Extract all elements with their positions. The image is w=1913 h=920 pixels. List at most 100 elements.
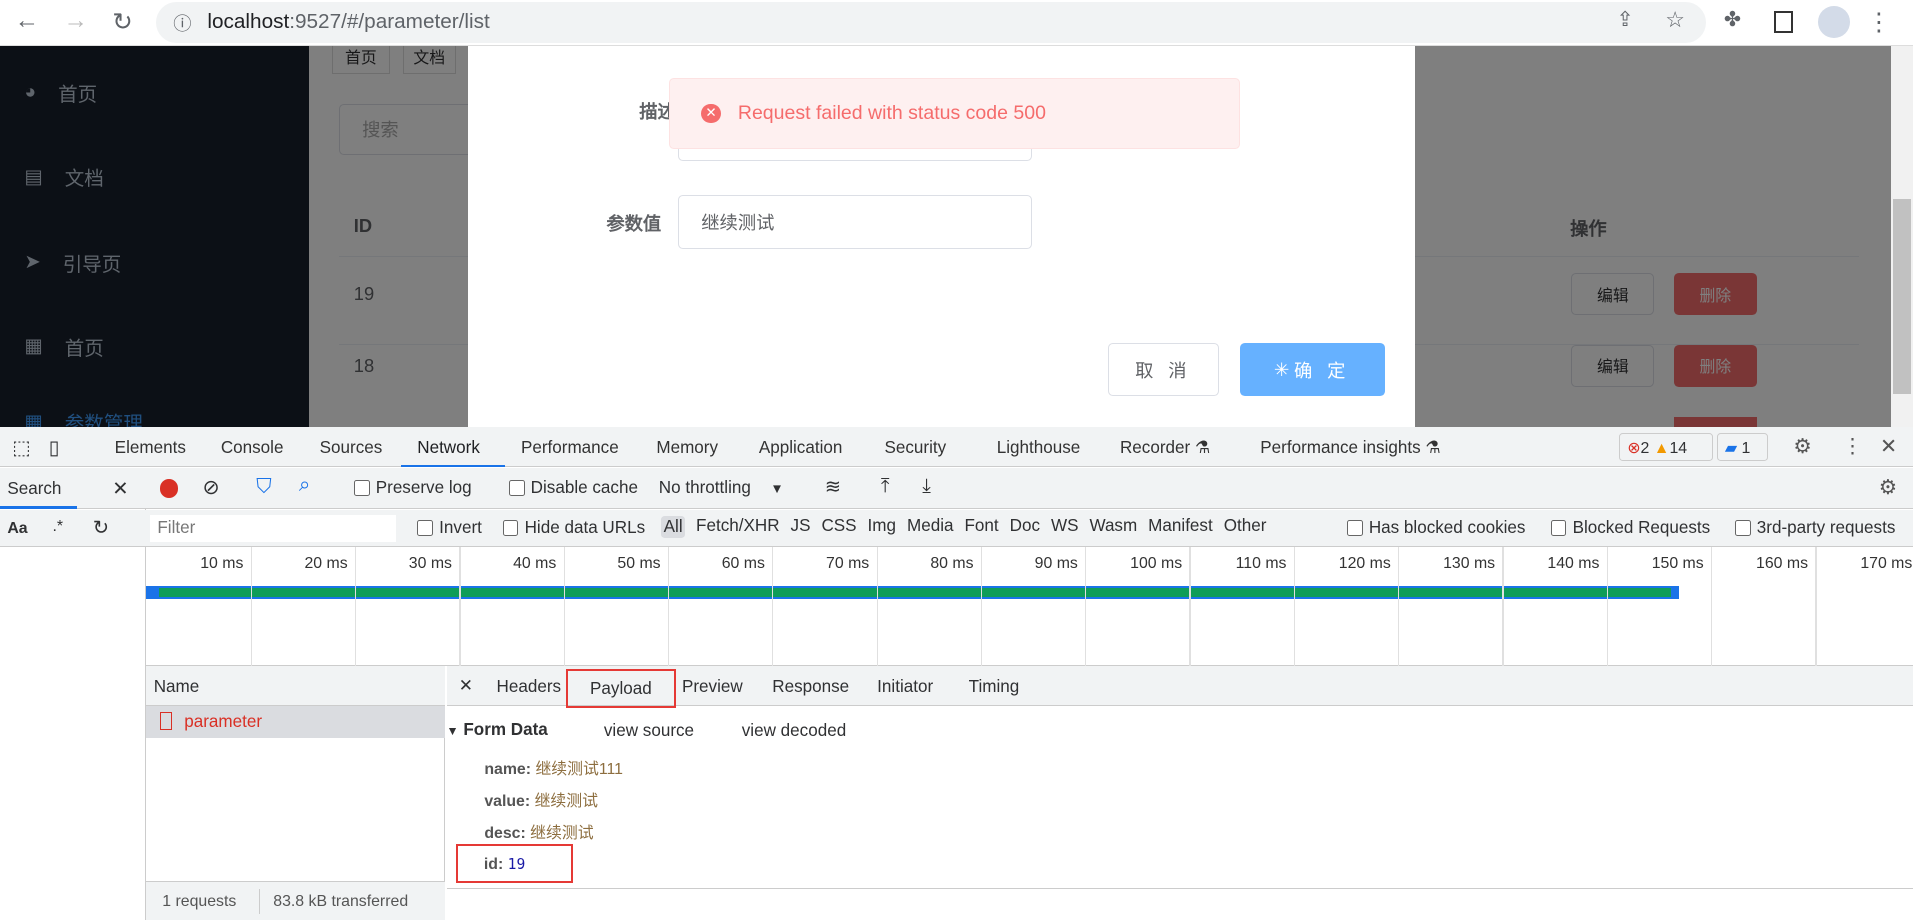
close-search-icon[interactable]: ✕ <box>112 477 128 501</box>
type-img[interactable]: Img <box>868 516 896 538</box>
confirm-button[interactable]: ✳ 确 定 <box>1239 342 1385 397</box>
tab-recorder[interactable]: Recorder ⚗ <box>1120 438 1210 458</box>
tab-timing[interactable]: Timing <box>969 677 1020 697</box>
browser-toolbar: ← → ↻ ⓘ localhost:9527/#/parameter/list … <box>0 0 1913 47</box>
side-panel-icon[interactable] <box>1773 10 1794 33</box>
messages-badge[interactable]: ▰ 1 <box>1716 433 1768 462</box>
export-har-icon[interactable]: ⤓ <box>922 475 931 498</box>
value-label: 参数值 <box>606 212 662 234</box>
tab-headers[interactable]: Headers <box>497 677 562 697</box>
filter-bar: Filter Invert Hide data URLs All Fetch/X… <box>146 509 1913 547</box>
match-case-button[interactable]: Aa <box>7 520 27 538</box>
blocked-cookies-checkbox[interactable]: Has blocked cookies <box>1346 518 1526 538</box>
regex-button[interactable]: .* <box>52 518 63 536</box>
view-decoded-link[interactable]: view decoded <box>742 721 846 741</box>
url-text[interactable]: localhost:9527/#/parameter/list <box>207 10 489 34</box>
name-column-header[interactable]: Name <box>154 677 200 697</box>
request-name: parameter <box>184 712 263 732</box>
type-css[interactable]: CSS <box>821 516 856 538</box>
form-data-toggle[interactable]: ▼ Form Data <box>447 720 548 740</box>
star-icon[interactable]: ☆ <box>1665 7 1685 33</box>
type-manifest[interactable]: Manifest <box>1148 516 1213 538</box>
page-scrollbar[interactable] <box>1891 46 1913 427</box>
checkbox-label: Blocked Requests <box>1572 518 1711 538</box>
request-row[interactable]: parameter <box>146 706 446 739</box>
url-path: :9527/#/parameter/list <box>289 9 490 33</box>
checkbox-label: Has blocked cookies <box>1368 518 1526 538</box>
type-wasm[interactable]: Wasm <box>1089 516 1137 538</box>
tab-performance-insights[interactable]: Performance insights ⚗ <box>1260 438 1440 458</box>
info-icon[interactable]: ⓘ <box>173 10 191 36</box>
extensions-icon[interactable]: ✤ <box>1724 7 1741 32</box>
share-icon[interactable]: ⇪ <box>1617 7 1634 32</box>
filter-icon[interactable]: ⛉ <box>256 475 272 499</box>
confirm-label: 确 定 <box>1294 359 1351 381</box>
timeline-tick: 100 ms <box>1130 555 1183 573</box>
type-media[interactable]: Media <box>907 516 954 538</box>
tab-application[interactable]: Application <box>759 438 843 458</box>
timeline-tick: 20 ms <box>304 555 348 573</box>
menu-icon[interactable]: ⋮ <box>1867 7 1891 37</box>
preserve-log-checkbox[interactable]: Preserve log <box>353 478 472 498</box>
value-input[interactable]: 继续测试 <box>678 195 1033 249</box>
close-details-icon[interactable]: ✕ <box>459 676 473 696</box>
network-timeline[interactable]: 10 ms 20 ms 30 ms 40 ms 50 ms 60 ms 70 ms 80 ms… <box>146 546 1913 667</box>
filter-input[interactable]: Filter <box>150 514 397 542</box>
network-settings-icon[interactable]: ⚙ <box>1879 475 1898 500</box>
timeline-tick: 120 ms <box>1338 555 1391 573</box>
timeline-tick: 160 ms <box>1756 555 1809 573</box>
type-font[interactable]: Font <box>964 516 998 538</box>
more-icon[interactable]: ⋮ <box>1842 434 1863 459</box>
inspect-icon[interactable]: ⬚ <box>12 436 30 460</box>
tab-network[interactable]: Network <box>417 438 480 458</box>
import-har-icon[interactable]: ⤒ <box>881 475 890 498</box>
type-fetch-xhr[interactable]: Fetch/XHR <box>696 516 780 538</box>
error-icon: ⊗ <box>1627 439 1641 457</box>
device-toggle-icon[interactable]: ▯ <box>49 436 60 460</box>
type-doc[interactable]: Doc <box>1010 516 1040 538</box>
type-other[interactable]: Other <box>1224 516 1267 538</box>
tab-lighthouse[interactable]: Lighthouse <box>997 438 1081 458</box>
form-field: desc: 继续测试 <box>484 820 593 843</box>
third-party-checkbox[interactable]: 3rd-party requests <box>1734 518 1895 538</box>
form-field: value: 继续测试 <box>484 788 598 811</box>
tab-payload[interactable]: Payload <box>566 668 676 708</box>
warning-count: 14 <box>1669 439 1688 457</box>
request-list: Name parameter 1 requests 83.8 kB transf… <box>146 666 446 920</box>
tab-initiator[interactable]: Initiator <box>877 677 933 697</box>
refresh-icon[interactable]: ↻ <box>93 516 109 540</box>
tab-elements[interactable]: Elements <box>115 438 186 458</box>
tab-console[interactable]: Console <box>221 438 284 458</box>
tab-memory[interactable]: Memory <box>656 438 718 458</box>
type-all[interactable]: All <box>661 516 686 539</box>
tab-response[interactable]: Response <box>772 677 849 697</box>
tab-sources[interactable]: Sources <box>320 438 383 458</box>
reload-icon[interactable]: ↻ <box>112 7 132 37</box>
search-tab[interactable]: Search <box>7 479 61 499</box>
blocked-requests-checkbox[interactable]: Blocked Requests <box>1550 518 1711 538</box>
forward-icon[interactable]: → <box>63 7 87 35</box>
type-ws[interactable]: WS <box>1051 516 1079 538</box>
timeline-tick: 10 ms <box>200 555 244 573</box>
timeline-tick: 50 ms <box>617 555 661 573</box>
clear-icon[interactable]: ⊘ <box>203 475 220 500</box>
tab-performance[interactable]: Performance <box>521 438 619 458</box>
network-conditions-icon[interactable]: ≋ <box>825 475 841 499</box>
throttling-select[interactable]: No throttling ▼ <box>659 478 784 498</box>
profile-avatar[interactable] <box>1817 6 1850 38</box>
type-js[interactable]: JS <box>791 516 811 538</box>
devtools-panel: ⬚ ▯ Elements Console Sources Network Per… <box>0 427 1913 920</box>
hide-data-urls-checkbox[interactable]: Hide data URLs <box>502 518 645 538</box>
cancel-button[interactable]: 取 消 <box>1107 342 1219 397</box>
record-icon[interactable] <box>159 479 179 498</box>
search-icon[interactable]: ⌕ <box>299 473 311 497</box>
close-devtools-icon[interactable]: ✕ <box>1880 434 1897 459</box>
disable-cache-checkbox[interactable]: Disable cache <box>508 478 638 498</box>
settings-icon[interactable]: ⚙ <box>1793 434 1812 459</box>
issues-badge[interactable]: ⊗2 ▲14 <box>1618 433 1713 462</box>
tab-preview[interactable]: Preview <box>682 677 743 697</box>
back-icon[interactable]: ← <box>15 7 39 35</box>
tab-security[interactable]: Security <box>885 438 947 458</box>
invert-checkbox[interactable]: Invert <box>417 518 482 538</box>
view-source-link[interactable]: view source <box>604 721 694 741</box>
